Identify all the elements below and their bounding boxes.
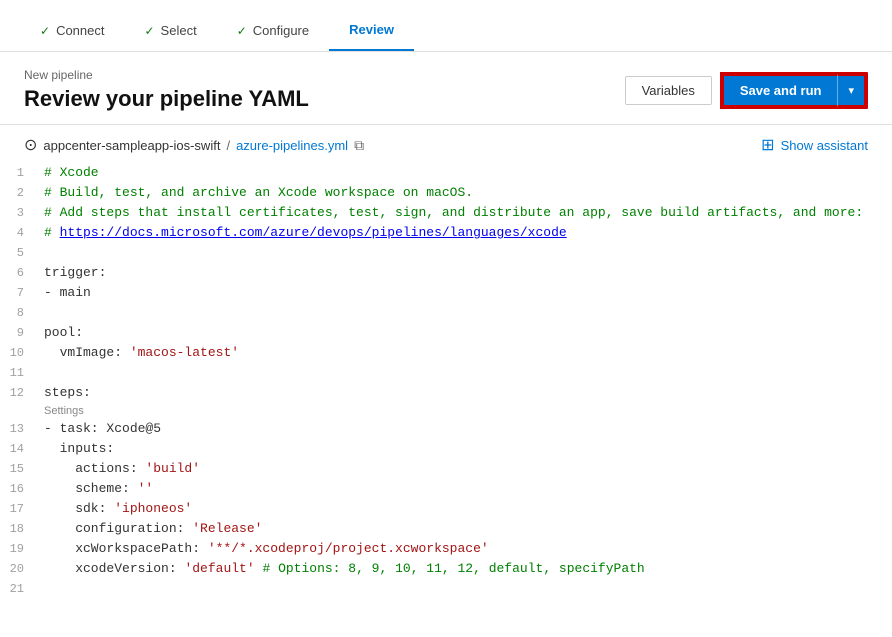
line-num-12: 12 [0, 383, 40, 403]
wizard-step-configure[interactable]: ✓ Configure [217, 13, 329, 50]
page-header-left: New pipeline Review your pipeline YAML [24, 68, 309, 112]
line-content-6: trigger: [40, 263, 892, 283]
code-line-8: 8 [0, 303, 892, 323]
page-header: New pipeline Review your pipeline YAML V… [0, 52, 892, 125]
docs-link[interactable]: https://docs.microsoft.com/azure/devops/… [60, 225, 567, 240]
code-line-21: 21 [0, 579, 892, 599]
line-num-4: 4 [0, 223, 40, 243]
code-line-3: 3 # Add steps that install certificates,… [0, 203, 892, 223]
line-content-16: scheme: '' [40, 479, 892, 499]
github-icon: ⊙ [24, 135, 37, 155]
line-content-7: - main [40, 283, 892, 303]
code-line-11: 11 [0, 363, 892, 383]
code-line-4: 4 # https://docs.microsoft.com/azure/dev… [0, 223, 892, 243]
line-content-4: # https://docs.microsoft.com/azure/devop… [40, 223, 892, 243]
code-editor: 1 # Xcode 2 # Build, test, and archive a… [0, 163, 892, 619]
line-num-1: 1 [0, 163, 40, 183]
filepath-separator: / [226, 138, 230, 153]
line-num-16: 16 [0, 479, 40, 499]
wizard-step-select[interactable]: ✓ Select [124, 13, 216, 50]
repo-name: appcenter-sampleapp-ios-swift [43, 138, 220, 153]
filepath-bar: ⊙ appcenter-sampleapp-ios-swift / azure-… [0, 125, 892, 163]
check-icon-configure: ✓ [237, 24, 247, 38]
page-header-right: Variables Save and run ▾ [625, 72, 868, 109]
code-line-14: 14 inputs: [0, 439, 892, 459]
check-icon-select: ✓ [144, 24, 154, 38]
line-num-18: 18 [0, 519, 40, 539]
line-num-2: 2 [0, 183, 40, 203]
line-num-5: 5 [0, 243, 40, 263]
code-line-18: 18 configuration: 'Release' [0, 519, 892, 539]
wizard-step-review[interactable]: Review [329, 12, 414, 51]
line-content-9: pool: [40, 323, 892, 343]
line-num-15: 15 [0, 459, 40, 479]
show-assistant-label: Show assistant [781, 138, 868, 153]
settings-label: Settings [0, 403, 892, 419]
line-content-20: xcodeVersion: 'default' # Options: 8, 9,… [40, 559, 892, 579]
code-line-6: 6 trigger: [0, 263, 892, 283]
line-content-14: inputs: [40, 439, 892, 459]
code-line-12: 12 steps: [0, 383, 892, 403]
line-content-15: actions: 'build' [40, 459, 892, 479]
wizard-step-select-label: Select [161, 23, 197, 38]
wizard-step-connect[interactable]: ✓ Connect [20, 13, 124, 50]
line-num-10: 10 [0, 343, 40, 363]
code-line-13-wrapper: Settings 13 - task: Xcode@5 [0, 403, 892, 439]
save-run-wrapper: Save and run ▾ [720, 72, 868, 109]
line-num-6: 6 [0, 263, 40, 283]
wizard-step-configure-label: Configure [253, 23, 309, 38]
code-line-19: 19 xcWorkspacePath: '**/*.xcodeproj/proj… [0, 539, 892, 559]
page-title: Review your pipeline YAML [24, 86, 309, 112]
show-assistant-button[interactable]: ⊞ Show assistant [761, 135, 868, 155]
line-num-7: 7 [0, 283, 40, 303]
filepath-left: ⊙ appcenter-sampleapp-ios-swift / azure-… [24, 135, 364, 155]
code-line-20: 20 xcodeVersion: 'default' # Options: 8,… [0, 559, 892, 579]
check-icon-connect: ✓ [40, 24, 50, 38]
code-line-7: 7 - main [0, 283, 892, 303]
line-content-17: sdk: 'iphoneos' [40, 499, 892, 519]
line-num-19: 19 [0, 539, 40, 559]
code-line-5: 5 [0, 243, 892, 263]
page-subtitle: New pipeline [24, 68, 309, 82]
line-num-20: 20 [0, 559, 40, 579]
code-line-9: 9 pool: [0, 323, 892, 343]
line-content-19: xcWorkspacePath: '**/*.xcodeproj/project… [40, 539, 892, 559]
wizard-steps: ✓ Connect ✓ Select ✓ Configure Review [0, 0, 892, 52]
wizard-step-review-label: Review [349, 22, 394, 37]
line-content-10: vmImage: 'macos-latest' [40, 343, 892, 363]
line-content-13: - task: Xcode@5 [40, 419, 892, 439]
code-line-2: 2 # Build, test, and archive an Xcode wo… [0, 183, 892, 203]
code-line-10: 10 vmImage: 'macos-latest' [0, 343, 892, 363]
wizard-step-connect-label: Connect [56, 23, 104, 38]
filename[interactable]: azure-pipelines.yml [236, 138, 348, 153]
line-content-2: # Build, test, and archive an Xcode work… [40, 183, 892, 203]
line-content-18: configuration: 'Release' [40, 519, 892, 539]
line-num-13: 13 [0, 419, 40, 439]
save-and-run-dropdown-button[interactable]: ▾ [837, 74, 866, 107]
line-content-3: # Add steps that install certificates, t… [40, 203, 892, 223]
line-num-8: 8 [0, 303, 40, 323]
code-line-15: 15 actions: 'build' [0, 459, 892, 479]
line-content-1: # Xcode [40, 163, 892, 183]
code-line-16: 16 scheme: '' [0, 479, 892, 499]
line-num-3: 3 [0, 203, 40, 223]
line-content-12: steps: [40, 383, 892, 403]
save-and-run-button[interactable]: Save and run [722, 74, 838, 107]
code-line-13: 13 - task: Xcode@5 [0, 419, 892, 439]
line-num-9: 9 [0, 323, 40, 343]
code-line-1: 1 # Xcode [0, 163, 892, 183]
line-num-11: 11 [0, 363, 40, 383]
line-num-21: 21 [0, 579, 40, 599]
line-num-17: 17 [0, 499, 40, 519]
assistant-icon: ⊞ [761, 135, 774, 155]
code-line-17: 17 sdk: 'iphoneos' [0, 499, 892, 519]
line-num-14: 14 [0, 439, 40, 459]
variables-button[interactable]: Variables [625, 76, 712, 105]
copy-icon[interactable]: ⧉ [354, 137, 364, 154]
